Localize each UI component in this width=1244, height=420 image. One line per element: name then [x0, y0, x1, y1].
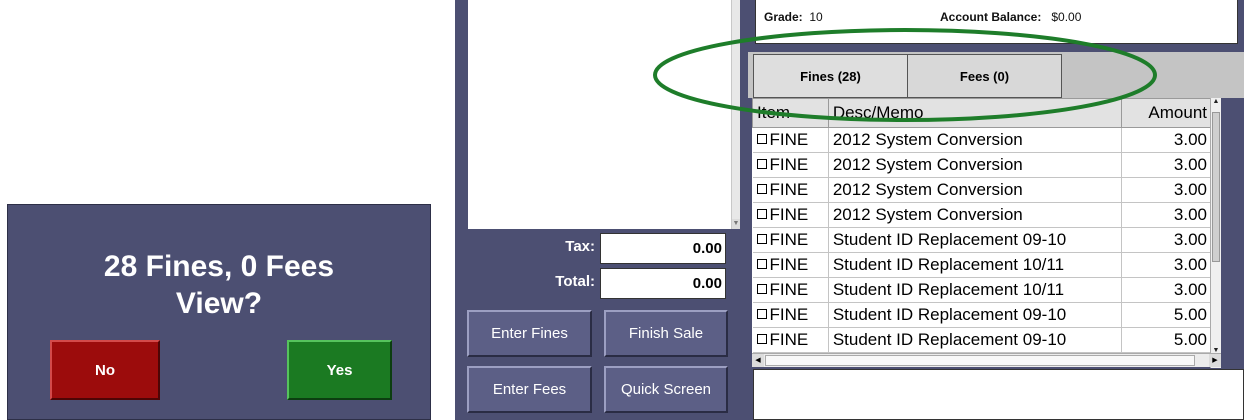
vertical-scroll-thumb[interactable] [1212, 112, 1220, 262]
horizontal-scroll-thumb[interactable] [765, 355, 1195, 366]
column-header-item[interactable]: Item [752, 98, 829, 128]
item-cell: FINE [752, 177, 829, 203]
tab-fines[interactable]: Fines (28) [753, 54, 908, 98]
item-text: FINE [769, 305, 809, 324]
enter-fines-button[interactable]: Enter Fines [467, 310, 592, 357]
table-vertical-scrollbar[interactable]: ▲ ▼ [1210, 98, 1221, 368]
fines-fees-dialog: 28 Fines, 0 Fees View? No Yes [7, 204, 431, 420]
row-checkbox[interactable] [756, 209, 767, 219]
table-row[interactable]: FINE 2012 System Conversion 3.00 [752, 177, 1210, 203]
row-checkbox[interactable] [756, 259, 767, 269]
item-text: FINE [769, 255, 809, 274]
account-info: Grade: 10 Account Balance: $0.00 [755, 0, 1238, 44]
row-checkbox[interactable] [756, 134, 767, 144]
row-checkbox[interactable] [756, 234, 767, 244]
desc-cell: 2012 System Conversion [828, 152, 1123, 178]
scroll-up-icon[interactable]: ▲ [1211, 98, 1221, 105]
item-cell: FINE [752, 127, 829, 153]
table-horizontal-scrollbar[interactable]: ◀ ▶ [752, 353, 1221, 367]
balance-value: $0.00 [1051, 10, 1082, 24]
tab-fees[interactable]: Fees (0) [907, 54, 1062, 98]
total-label: Total: [555, 273, 595, 290]
table-row[interactable]: FINE 2012 System Conversion 3.00 [752, 152, 1210, 178]
amount-cell: 3.00 [1121, 127, 1210, 153]
desc-cell: Student ID Replacement 10/11 [828, 252, 1123, 278]
table-row[interactable]: FINE 2012 System Conversion 3.00 [752, 202, 1210, 228]
item-text: FINE [769, 280, 809, 299]
row-checkbox[interactable] [756, 309, 767, 319]
table-header-row: Item Desc/Memo Amount [752, 98, 1210, 128]
sale-items-list[interactable] [468, 0, 738, 229]
grade-value: 10 [809, 10, 823, 24]
total-field: 0.00 [600, 268, 726, 299]
column-header-amount[interactable]: Amount [1121, 98, 1210, 128]
column-header-desc[interactable]: Desc/Memo [827, 98, 1123, 128]
scroll-down-icon[interactable]: ▼ [732, 219, 740, 229]
item-cell: FINE [752, 327, 829, 353]
item-text: FINE [769, 130, 809, 149]
amount-cell: 3.00 [1121, 202, 1210, 228]
desc-cell: Student ID Replacement 09-10 [828, 327, 1123, 353]
fines-table: Item Desc/Memo Amount FINE 2012 System Co… [752, 98, 1210, 353]
amount-cell: 3.00 [1121, 152, 1210, 178]
row-checkbox[interactable] [756, 334, 767, 344]
amount-cell: 3.00 [1121, 252, 1210, 278]
row-checkbox[interactable] [756, 184, 767, 194]
desc-cell: 2012 System Conversion [828, 127, 1123, 153]
table-row[interactable]: FINE Student ID Replacement 10/11 3.00 [752, 252, 1210, 278]
sale-list-scrollbar[interactable]: ▼ [731, 0, 740, 229]
dialog-message-line2: View? [175, 287, 263, 320]
item-cell: FINE [752, 277, 829, 303]
desc-cell: Student ID Replacement 09-10 [828, 227, 1123, 253]
item-cell: FINE [752, 152, 829, 178]
table-row[interactable]: FINE Student ID Replacement 09-10 5.00 [752, 327, 1210, 353]
row-checkbox[interactable] [756, 159, 767, 169]
amount-cell: 3.00 [1121, 177, 1210, 203]
amount-cell: 5.00 [1121, 327, 1210, 353]
table-row[interactable]: FINE Student ID Replacement 10/11 3.00 [752, 277, 1210, 303]
dialog-message-line1: 28 Fines, 0 Fees [103, 250, 335, 283]
desc-cell: 2012 System Conversion [828, 202, 1123, 228]
item-text: FINE [769, 180, 809, 199]
scroll-right-icon[interactable]: ▶ [1209, 354, 1221, 367]
memo-area [753, 369, 1244, 420]
amount-cell: 3.00 [1121, 277, 1210, 303]
grade-label: Grade: 10 [764, 10, 823, 24]
desc-cell: Student ID Replacement 10/11 [828, 277, 1123, 303]
sale-panel: ▼ [455, 0, 740, 420]
yes-button[interactable]: Yes [287, 340, 392, 400]
enter-fees-button[interactable]: Enter Fees [467, 366, 592, 413]
tax-label: Tax: [565, 238, 595, 255]
item-text: FINE [769, 330, 809, 349]
item-text: FINE [769, 205, 809, 224]
amount-cell: 5.00 [1121, 302, 1210, 328]
item-cell: FINE [752, 252, 829, 278]
tab-bar: Fines (28) Fees (0) [748, 52, 1244, 98]
desc-cell: Student ID Replacement 09-10 [828, 302, 1123, 328]
balance-label: Account Balance: $0.00 [940, 10, 1082, 24]
quick-screen-button[interactable]: Quick Screen [604, 366, 728, 413]
item-text: FINE [769, 230, 809, 249]
no-button[interactable]: No [50, 340, 160, 400]
desc-cell: 2012 System Conversion [828, 177, 1123, 203]
fines-table-container: Item Desc/Memo Amount FINE 2012 System Co… [752, 98, 1210, 366]
item-cell: FINE [752, 202, 829, 228]
table-row[interactable]: FINE Student ID Replacement 09-10 5.00 [752, 302, 1210, 328]
table-row[interactable]: FINE 2012 System Conversion 3.00 [752, 127, 1210, 153]
scroll-left-icon[interactable]: ◀ [752, 354, 764, 367]
amount-cell: 3.00 [1121, 227, 1210, 253]
row-checkbox[interactable] [756, 284, 767, 294]
item-cell: FINE [752, 302, 829, 328]
item-cell: FINE [752, 227, 829, 253]
finish-sale-button[interactable]: Finish Sale [604, 310, 728, 357]
item-text: FINE [769, 155, 809, 174]
tax-field: 0.00 [600, 233, 726, 264]
table-row[interactable]: FINE Student ID Replacement 09-10 3.00 [752, 227, 1210, 253]
